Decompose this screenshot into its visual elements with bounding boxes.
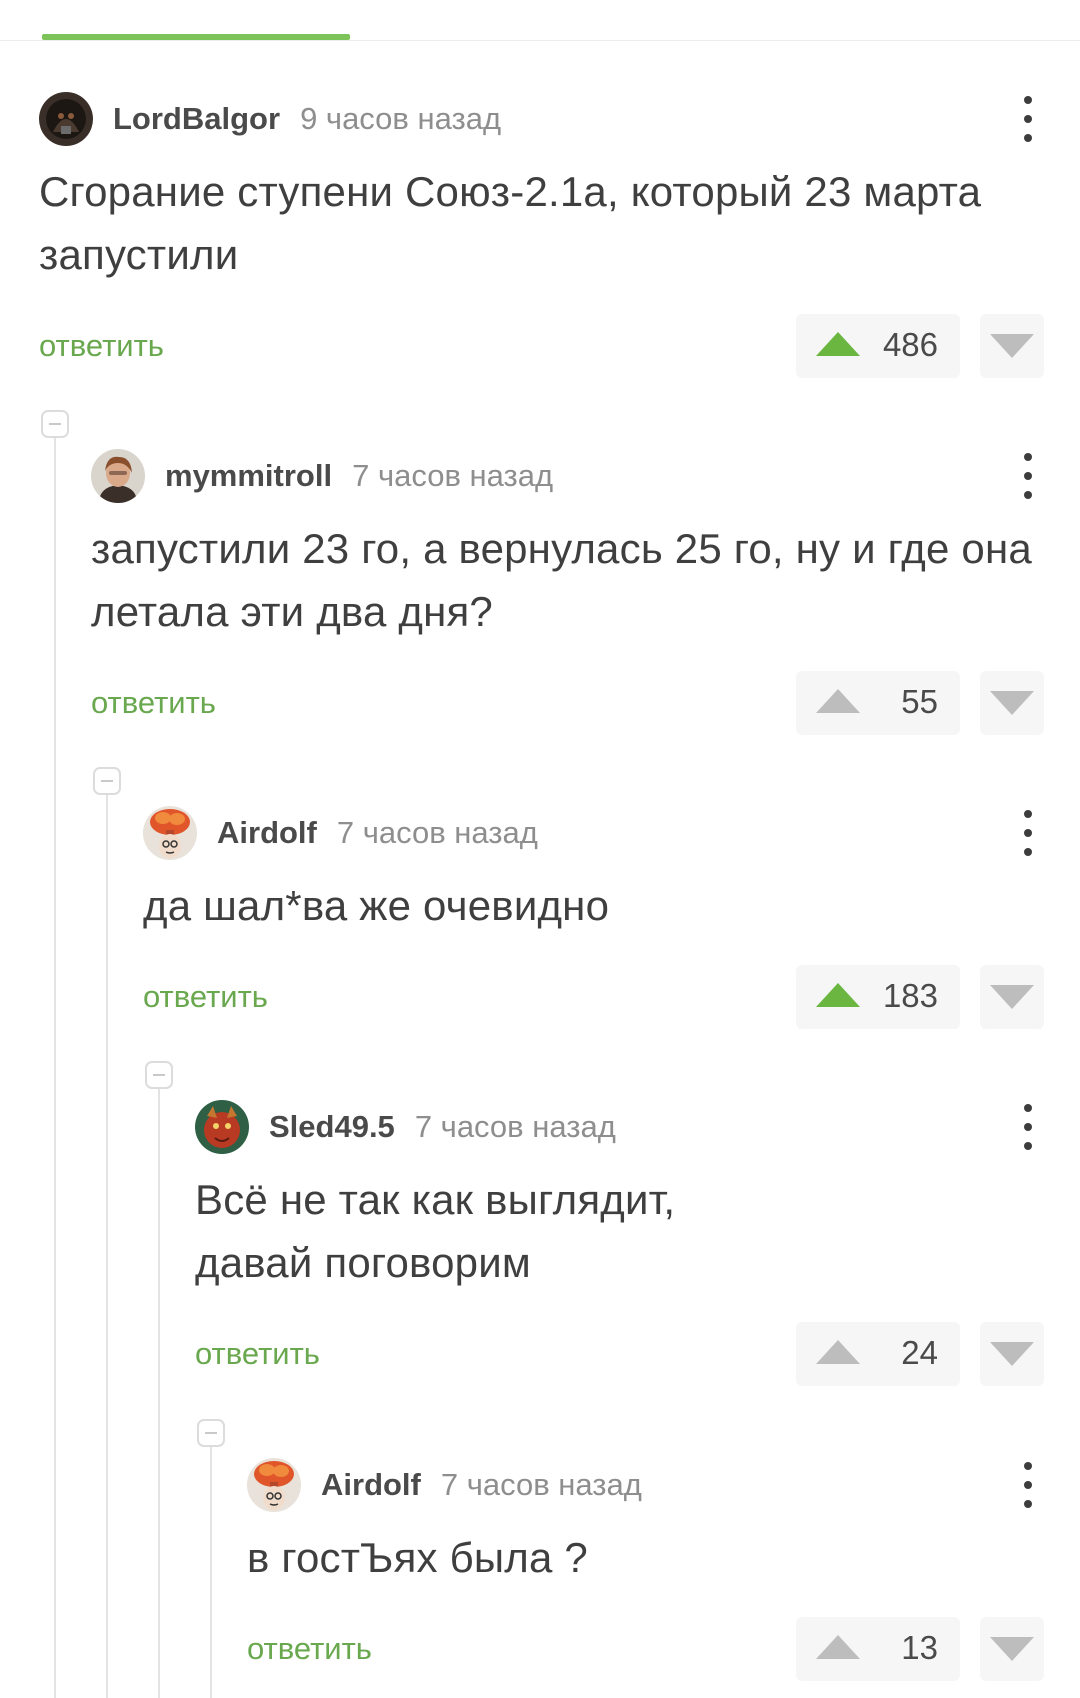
comment-time: 9 часов назад [300, 101, 502, 136]
downvote-arrow-icon [990, 1637, 1034, 1661]
downvote-button[interactable] [980, 1322, 1044, 1386]
downvote-arrow-icon [990, 334, 1034, 358]
comment-text: запустили 23 го, а вернулась 25 го, ну и… [91, 525, 1032, 635]
avatar[interactable] [143, 806, 197, 860]
collapse-thread-button[interactable] [41, 410, 69, 438]
comment-header: Airdolf 7 часов назад [143, 806, 1044, 860]
downvote-button[interactable] [980, 314, 1044, 378]
comment-author[interactable]: mymmitroll [165, 458, 332, 494]
comment-time: 7 часов назад [414, 1109, 616, 1144]
collapse-thread-button[interactable] [145, 1061, 173, 1089]
comment-text: да шал*ва же очевидно [143, 882, 610, 929]
reply-link[interactable]: ответить [91, 685, 216, 721]
more-vertical-icon[interactable] [1012, 810, 1044, 856]
avatar[interactable] [91, 449, 145, 503]
comment: Airdolf 7 часов назад в гостЪях была ? о… [247, 1458, 1044, 1681]
downvote-button[interactable] [980, 671, 1044, 735]
comment-rating: 13 [901, 1629, 938, 1666]
reply-link[interactable]: ответить [39, 328, 164, 364]
comment-time: 7 часов назад [336, 815, 538, 850]
comment-actions: ответить 13 [247, 1617, 1044, 1681]
comment-header: mymmitroll 7 часов назад [91, 449, 1044, 503]
comment-actions: ответить 55 [91, 671, 1044, 735]
comment-rating: 55 [901, 683, 938, 720]
thread-line-level-1 [54, 436, 56, 1698]
more-vertical-icon[interactable] [1012, 1104, 1044, 1150]
comment-header: Airdolf 7 часов назад [247, 1458, 1044, 1512]
comment-rating: 183 [882, 977, 938, 1014]
comment-text: Всё не так как выглядит, давай поговорим [195, 1176, 676, 1286]
reply-link[interactable]: ответить [195, 1336, 320, 1372]
red-creature-avatar-icon [195, 1100, 249, 1154]
comment-header: LordBalgor 9 часов назад [39, 92, 1044, 146]
downvote-button[interactable] [980, 965, 1044, 1029]
more-vertical-icon[interactable] [1012, 453, 1044, 499]
reply-link[interactable]: ответить [247, 1631, 372, 1667]
thread-line-level-3 [158, 1087, 160, 1698]
upvote-arrow-icon [816, 332, 860, 356]
comment-text: в гостЪях была ? [247, 1534, 588, 1581]
comment-rating: 24 [901, 1334, 938, 1371]
thread-line-level-2 [106, 793, 108, 1698]
comment-author[interactable]: LordBalgor [113, 101, 280, 137]
comment: mymmitroll 7 часов назад запустили 23 го… [91, 449, 1044, 735]
downvote-arrow-icon [990, 985, 1034, 1009]
upvote-arrow-icon [816, 689, 860, 713]
mushroom-cloud-avatar-icon [143, 806, 197, 860]
upvote-button[interactable]: 486 [796, 314, 960, 378]
upvote-button[interactable]: 13 [796, 1617, 960, 1681]
comment-actions: ответить 486 [39, 314, 1044, 378]
downvote-arrow-icon [990, 691, 1034, 715]
collapse-thread-button[interactable] [93, 767, 121, 795]
more-vertical-icon[interactable] [1012, 96, 1044, 142]
collapse-thread-button[interactable] [197, 1419, 225, 1447]
comment-author[interactable]: Airdolf [217, 815, 317, 851]
upvote-arrow-icon [816, 1635, 860, 1659]
comment-author[interactable]: Sled49.5 [269, 1109, 395, 1145]
comment-header: Sled49.5 7 часов назад [195, 1100, 1044, 1154]
comment: Airdolf 7 часов назад да шал*ва же очеви… [143, 806, 1044, 1029]
comment-actions: ответить 183 [143, 965, 1044, 1029]
downvote-arrow-icon [990, 1342, 1034, 1366]
comment: Sled49.5 7 часов назад Всё не так как вы… [195, 1100, 1044, 1386]
more-vertical-icon[interactable] [1012, 1462, 1044, 1508]
comment-time: 7 часов назад [352, 458, 554, 493]
top-divider [0, 40, 1080, 41]
thread-line-level-4 [210, 1445, 212, 1698]
comment-actions: ответить 24 [195, 1322, 1044, 1386]
upvote-button[interactable]: 183 [796, 965, 960, 1029]
comment-time: 7 часов назад [440, 1467, 642, 1502]
comment-rating: 486 [882, 326, 938, 363]
downvote-button[interactable] [980, 1617, 1044, 1681]
avatar[interactable] [247, 1458, 301, 1512]
mushroom-cloud-avatar-icon [247, 1458, 301, 1512]
upvote-button[interactable]: 24 [796, 1322, 960, 1386]
dark-figure-avatar-icon [39, 92, 93, 146]
portrait-avatar-icon [91, 449, 145, 503]
comment: LordBalgor 9 часов назад Сгорание ступен… [39, 92, 1044, 378]
comment-text: Сгорание ступени Союз-2.1а, который 23 м… [39, 168, 982, 278]
avatar[interactable] [195, 1100, 249, 1154]
avatar[interactable] [39, 92, 93, 146]
tab-indicator [42, 34, 350, 40]
upvote-button[interactable]: 55 [796, 671, 960, 735]
comment-author[interactable]: Airdolf [321, 1467, 421, 1503]
reply-link[interactable]: ответить [143, 979, 268, 1015]
upvote-arrow-icon [816, 983, 860, 1007]
upvote-arrow-icon [816, 1340, 860, 1364]
